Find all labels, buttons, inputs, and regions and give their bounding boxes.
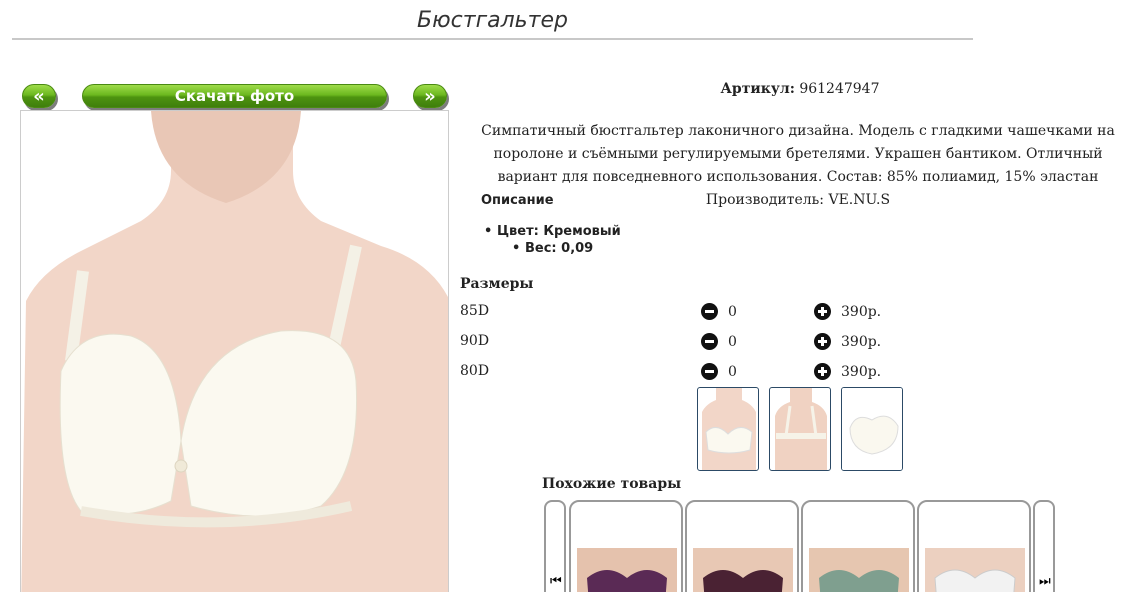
thumbnail-image [702, 388, 756, 470]
plus-icon[interactable] [814, 303, 831, 320]
similar-product-card[interactable] [917, 500, 1031, 592]
thumbnail-image [842, 388, 902, 470]
similar-product-card[interactable] [801, 500, 915, 592]
price-value: 390р. [841, 334, 882, 350]
minus-icon[interactable] [701, 303, 718, 320]
similar-next-button[interactable]: ⏭ [1033, 500, 1055, 592]
quantity-value: 0 [728, 364, 737, 380]
similar-product-image [693, 548, 793, 592]
main-product-photo [20, 110, 449, 592]
quantity-value: 0 [728, 334, 737, 350]
attribute-weight: Вес: 0,09 [512, 241, 593, 256]
arrow-left-icon: ⏮ [550, 574, 562, 589]
price-value: 390р. [841, 364, 882, 380]
article-number: 961247947 [799, 81, 880, 97]
sizes-heading: Размеры [460, 276, 534, 292]
article-line: Артикул: 961247947 [700, 81, 900, 97]
page-title: Бюстгальтер [417, 8, 568, 33]
thumbnail-image [775, 388, 827, 470]
plus-icon[interactable] [814, 333, 831, 350]
product-photo-image [21, 111, 448, 592]
similar-product-card[interactable] [685, 500, 799, 592]
similar-product-card[interactable] [569, 500, 683, 592]
size-row: 85D 0 390р. [460, 301, 900, 321]
prev-photo-button[interactable]: « [22, 84, 56, 108]
thumbnail-flat[interactable] [841, 387, 903, 471]
similar-products-heading: Похожие товары [542, 476, 682, 492]
size-label: 80D [460, 363, 490, 379]
next-photo-button[interactable]: » [413, 84, 447, 108]
description-heading: Описание [481, 193, 554, 208]
plus-icon[interactable] [814, 363, 831, 380]
similar-product-image [925, 548, 1025, 592]
similar-prev-button[interactable]: ⏮ [544, 500, 566, 592]
download-photo-button[interactable]: Скачать фото [82, 84, 387, 108]
thumbnail-back[interactable] [769, 387, 831, 471]
size-label: 85D [460, 303, 490, 319]
size-label: 90D [460, 333, 490, 349]
similar-product-image [577, 548, 677, 592]
quantity-value: 0 [728, 304, 737, 320]
product-description: Симпатичный бюстгальтер лаконичного диза… [481, 123, 1115, 208]
article-label: Артикул: [720, 81, 795, 97]
minus-icon[interactable] [701, 333, 718, 350]
title-divider [12, 38, 973, 40]
similar-product-image [809, 548, 909, 592]
arrow-right-icon: ⏭ [1039, 574, 1051, 589]
attribute-color: Цвет: Кремовый [484, 224, 621, 239]
size-row: 80D 0 390р. [460, 361, 900, 381]
thumbnail-front[interactable] [697, 387, 759, 471]
size-row: 90D 0 390р. [460, 331, 900, 351]
price-value: 390р. [841, 304, 882, 320]
minus-icon[interactable] [701, 363, 718, 380]
